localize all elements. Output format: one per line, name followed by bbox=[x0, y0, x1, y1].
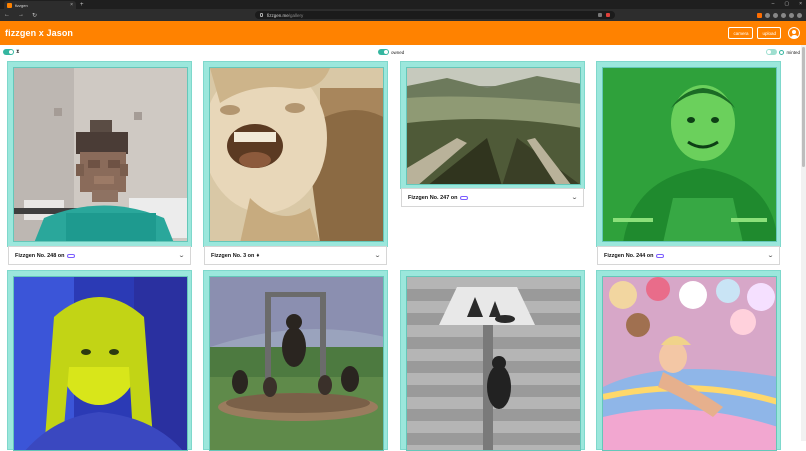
lock-icon bbox=[260, 13, 264, 17]
forward-icon[interactable]: → bbox=[18, 12, 24, 18]
browser-toolbar: ← → ↻ fizzgen.me/gallery bbox=[0, 9, 806, 21]
minimize-icon[interactable]: – bbox=[772, 1, 775, 7]
gallery-card[interactable] bbox=[596, 270, 781, 451]
view-toggle-group: ⧗ bbox=[3, 49, 20, 55]
filter-bar: ⧗ owned minted bbox=[0, 45, 806, 60]
address-bar[interactable]: fizzgen.me/gallery bbox=[255, 11, 616, 19]
bear-statues-image bbox=[210, 277, 383, 450]
owned-label: owned bbox=[391, 49, 405, 55]
browser-tab-bar: fizzgen × + – ▢ × bbox=[0, 0, 806, 9]
chevron-down-icon[interactable]: ⌄ bbox=[571, 194, 578, 201]
owned-toggle[interactable] bbox=[378, 49, 389, 55]
card-image[interactable] bbox=[13, 67, 188, 242]
gallery-card[interactable]: Fizzgen No. 248 on ⌄ bbox=[7, 61, 192, 265]
chain-link-icon bbox=[655, 253, 664, 258]
card-caption: Fizzgen No. 248 on ⌄ bbox=[8, 246, 191, 265]
ethereum-icon: ♦ bbox=[256, 252, 260, 259]
pixelated-portrait-image bbox=[14, 68, 187, 241]
card-image[interactable] bbox=[602, 67, 777, 242]
hourglass-icon: ⧗ bbox=[16, 49, 20, 55]
sepia-portrait-image bbox=[210, 68, 383, 241]
card-caption: Fizzgen No. 247 on ⌄ bbox=[401, 188, 584, 207]
cabin-lamp-image bbox=[407, 277, 580, 450]
card-caption: Fizzgen No. 244 on ⌄ bbox=[597, 246, 780, 265]
window-controls: – ▢ × bbox=[772, 1, 802, 7]
app-header: fizzgen x Jason camera upload bbox=[0, 21, 806, 45]
card-image[interactable] bbox=[406, 67, 581, 185]
view-toggle[interactable] bbox=[3, 49, 14, 55]
card-image[interactable] bbox=[209, 67, 384, 242]
card-image[interactable] bbox=[13, 276, 188, 451]
alert-icon[interactable] bbox=[606, 13, 611, 17]
back-icon[interactable]: ← bbox=[4, 12, 10, 18]
green-portrait-image bbox=[603, 68, 776, 241]
chain-link-icon bbox=[66, 253, 75, 258]
url-text: fizzgen.me/gallery bbox=[267, 12, 304, 18]
shield-icon[interactable] bbox=[598, 13, 603, 17]
gallery-card[interactable]: Fizzgen No. 3 on ♦ ⌄ bbox=[203, 61, 388, 265]
blue-yellow-portrait-image bbox=[14, 277, 187, 450]
card-image[interactable] bbox=[602, 276, 777, 451]
minted-label: minted bbox=[786, 49, 800, 55]
plush-toys-image bbox=[603, 277, 776, 450]
camera-button[interactable]: camera bbox=[728, 27, 754, 39]
chain-link-icon bbox=[459, 195, 468, 200]
reload-icon[interactable]: ↻ bbox=[32, 12, 37, 19]
gallery-grid: Fizzgen No. 248 on ⌄ Fizzgen No. 3 on ♦ … bbox=[7, 61, 787, 451]
card-image[interactable] bbox=[406, 276, 581, 451]
extension-icon[interactable] bbox=[757, 12, 762, 18]
card-image[interactable] bbox=[209, 276, 384, 451]
card-title: Fizzgen No. 247 on bbox=[408, 194, 458, 201]
browser-tab[interactable]: fizzgen × bbox=[4, 1, 76, 9]
minted-circle-icon bbox=[779, 49, 785, 55]
upload-button[interactable]: upload bbox=[757, 27, 781, 39]
gallery-card[interactable]: Fizzgen No. 247 on ⌄ bbox=[400, 61, 585, 207]
gallery-card[interactable] bbox=[400, 270, 585, 451]
tab-title: fizzgen bbox=[15, 2, 28, 8]
close-window-icon[interactable]: × bbox=[799, 1, 802, 7]
owned-filter: owned bbox=[378, 49, 404, 55]
card-caption: Fizzgen No. 3 on ♦ ⌄ bbox=[204, 246, 387, 265]
scrollbar[interactable] bbox=[801, 45, 806, 441]
menu-icon[interactable] bbox=[797, 12, 802, 18]
new-tab-icon[interactable]: + bbox=[80, 1, 84, 9]
brand-title[interactable]: fizzgen x Jason bbox=[5, 28, 73, 38]
chevron-down-icon[interactable]: ⌄ bbox=[178, 252, 185, 259]
profile-avatar-icon[interactable] bbox=[789, 12, 794, 18]
extension-icon[interactable] bbox=[773, 12, 778, 18]
landscape-image bbox=[407, 68, 580, 184]
maximize-icon[interactable]: ▢ bbox=[784, 1, 789, 7]
scrollbar-thumb[interactable] bbox=[802, 47, 805, 167]
card-title: Fizzgen No. 3 on bbox=[211, 252, 255, 259]
gallery-card[interactable]: Fizzgen No. 244 on ⌄ bbox=[596, 61, 781, 265]
gallery-card[interactable] bbox=[7, 270, 192, 451]
extensions-bar bbox=[757, 12, 802, 18]
gallery-card[interactable] bbox=[203, 270, 388, 451]
address-bar-icons bbox=[598, 13, 611, 17]
fizzgen-favicon-icon bbox=[7, 2, 12, 8]
close-tab-icon[interactable]: × bbox=[70, 2, 73, 8]
card-title: Fizzgen No. 244 on bbox=[604, 252, 654, 259]
minted-toggle[interactable] bbox=[766, 49, 778, 55]
chevron-down-icon[interactable]: ⌄ bbox=[767, 252, 774, 259]
card-title: Fizzgen No. 248 on bbox=[15, 252, 65, 259]
chevron-down-icon[interactable]: ⌄ bbox=[374, 252, 381, 259]
profile-icon[interactable] bbox=[788, 27, 800, 39]
puzzle-icon[interactable] bbox=[781, 12, 786, 18]
minted-filter: minted bbox=[766, 49, 800, 55]
extension-icon[interactable] bbox=[765, 12, 770, 18]
